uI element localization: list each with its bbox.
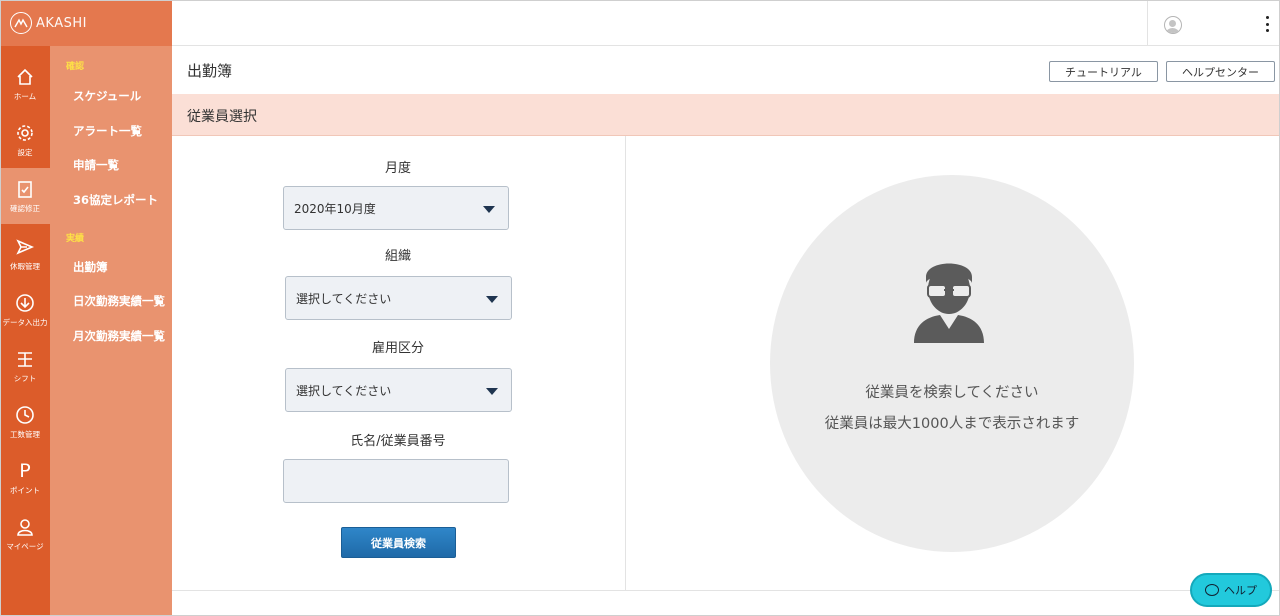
subnav-item-alerts[interactable]: アラート一覧 [73,123,142,139]
tutorial-button[interactable]: チュートリアル [1049,61,1158,82]
org-select-value: 選択してください [296,291,392,306]
month-label: 月度 [384,161,411,176]
avatar-icon[interactable] [1164,16,1182,34]
rail-item-shift[interactable]: シフト [0,338,50,394]
employment-type-select[interactable]: 選択してください [285,368,512,412]
person-icon [14,516,36,538]
month-select-value: 2020年10月度 [294,201,376,216]
results-panel: 従業員を検索してください 従業員は最大1000人まで表示されます [627,136,1280,590]
employment-type-select-value: 選択してください [296,383,392,398]
subnav-section-confirm: 確認 [66,62,85,72]
plane-icon [14,236,36,258]
clipboard-check-icon [14,178,36,200]
p-icon: P [19,460,31,482]
chevron-down-icon [483,206,495,213]
subnav-item-monthly-results[interactable]: 月次勤務実績一覧 [73,328,165,344]
title-bar: 出勤簿 チュートリアル ヘルプセンター [172,46,1280,94]
section-title: 従業員選択 [187,109,257,125]
rail-item-mypage[interactable]: マイページ [0,506,50,562]
more-menu-icon[interactable] [1266,16,1270,32]
subnav-item-schedule[interactable]: スケジュール [73,88,141,104]
rail-item-man-hours[interactable]: 工数管理 [0,394,50,450]
page-title: 出勤簿 [187,62,233,80]
icon-rail: ホーム 設定 確認修正 休暇管理 データ入出力 シフト 工数管理 P ポイント … [0,46,50,616]
employee-placeholder-icon [912,253,986,347]
help-center-button[interactable]: ヘルプセンター [1166,61,1275,82]
user-menu[interactable] [1147,1,1280,46]
shift-icon [14,348,36,370]
org-select[interactable]: 選択してください [285,276,512,320]
top-bar [172,0,1280,46]
month-select[interactable]: 2020年10月度 [283,186,509,230]
brand-name: AKASHI [36,15,87,31]
gear-icon [14,122,36,144]
rail-item-data-io[interactable]: データ入出力 [0,282,50,338]
footer-divider [172,590,1280,591]
rail-item-points[interactable]: P ポイント [0,450,50,506]
download-icon [14,292,36,314]
empty-state-limit-note: 従業員は最大1000人まで表示されます [824,416,1080,432]
search-form: 月度 2020年10月度 組織 選択してください 雇用区分 選択してください 氏… [172,136,626,590]
sub-navigation: 確認 スケジュール アラート一覧 申請一覧 36協定レポート 実績 出勤簿 日次… [50,46,172,616]
rail-item-settings[interactable]: 設定 [0,112,50,168]
chevron-down-icon [486,388,498,395]
home-icon [14,66,36,88]
chat-bubble-icon [1205,584,1219,596]
name-number-input[interactable] [283,459,509,503]
help-button-label: ヘルプ [1224,584,1257,597]
brand-logo[interactable]: AKASHI [0,0,172,46]
name-number-label: 氏名/従業員番号 [350,434,446,449]
rail-item-leave[interactable]: 休暇管理 [0,226,50,282]
employment-type-label: 雇用区分 [371,341,424,356]
subnav-item-requests[interactable]: 申請一覧 [73,157,119,173]
subnav-item-36-report[interactable]: 36協定レポート [73,192,158,208]
rail-item-home[interactable]: ホーム [0,56,50,112]
subnav-item-attendance-book[interactable]: 出勤簿 [73,259,108,275]
chevron-down-icon [486,296,498,303]
subnav-item-daily-results[interactable]: 日次勤務実績一覧 [73,293,165,309]
clock-icon [14,404,36,426]
empty-state: 従業員を検索してください 従業員は最大1000人まで表示されます [770,175,1134,552]
employee-search-button[interactable]: 従業員検索 [341,527,456,558]
empty-state-message: 従業員を検索してください [865,385,1039,401]
section-header: 従業員選択 [172,94,1280,136]
rail-item-confirm-edit[interactable]: 確認修正 [0,168,50,224]
subnav-section-results: 実績 [66,234,85,244]
help-button[interactable]: ヘルプ [1190,573,1272,607]
akashi-logo-icon [10,12,32,34]
org-label: 組織 [384,249,411,264]
